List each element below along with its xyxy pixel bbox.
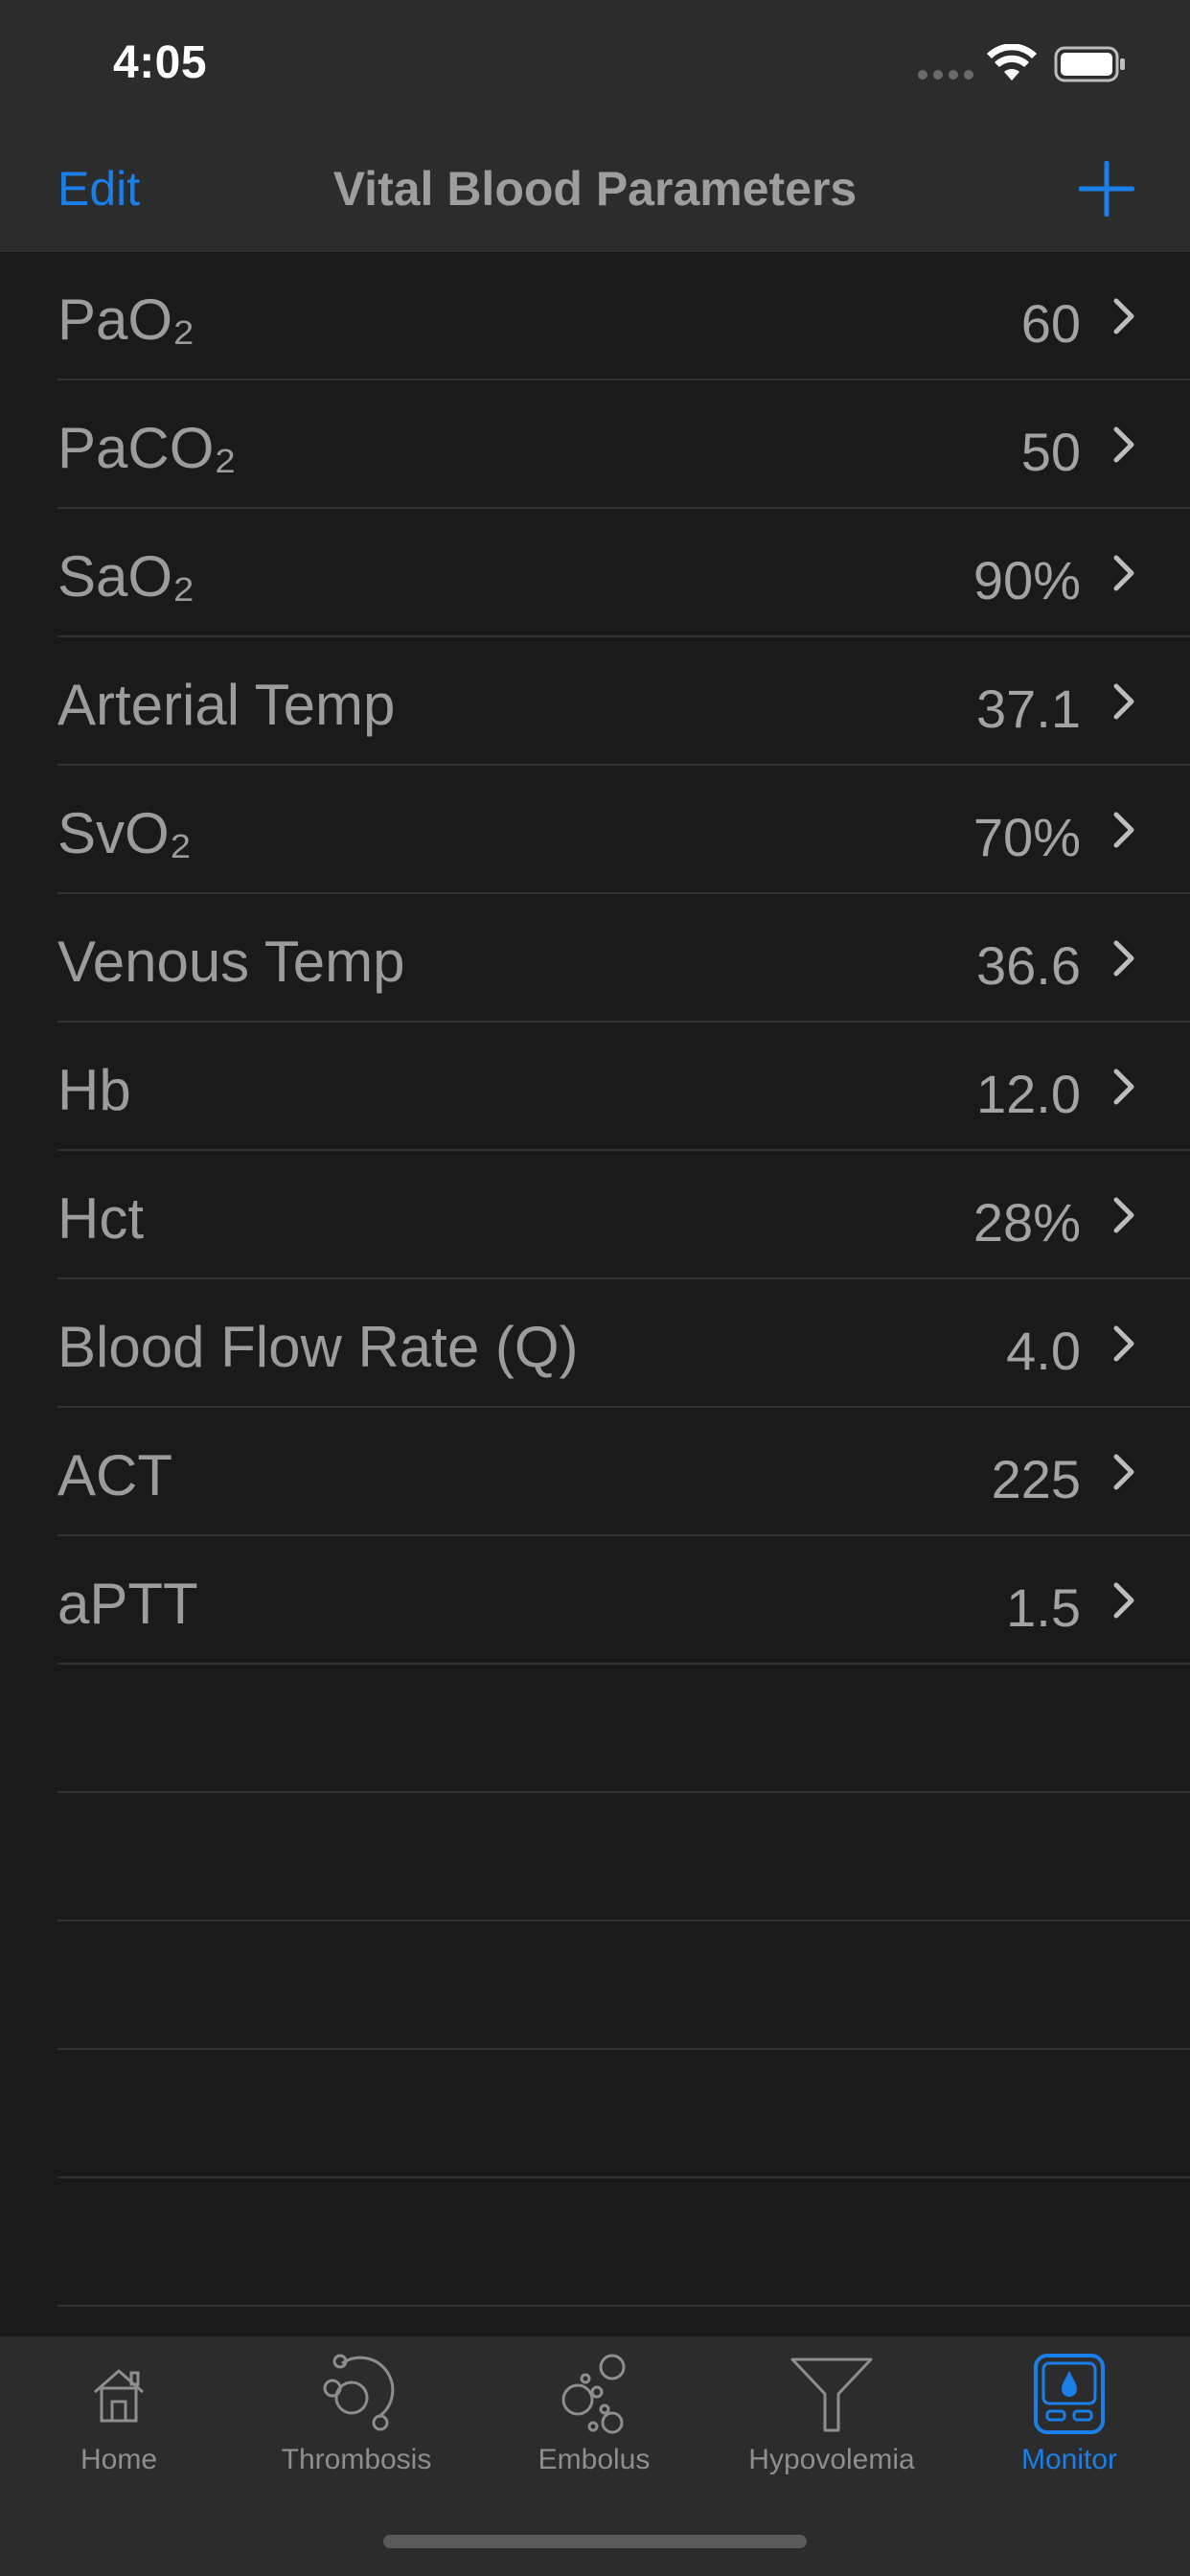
tab-label: Hypovolemia — [748, 2444, 915, 2475]
plus-icon[interactable] — [1079, 161, 1134, 217]
parameter-label: Arterial Temp — [57, 673, 396, 737]
parameter-value: 12.0 — [976, 1064, 1081, 1124]
parameter-label: Blood Flow Rate (Q) — [57, 1315, 579, 1379]
parameter-label: PaO₂ — [57, 288, 195, 352]
parameter-value: 60 — [1020, 293, 1081, 354]
bubbles-icon — [561, 2354, 626, 2434]
empty-row — [57, 2050, 1190, 2178]
chevron-right-icon — [1113, 940, 1134, 977]
monitor-device-icon — [1034, 2354, 1105, 2434]
page-title: Vital Blood Parameters — [332, 162, 858, 216]
chevron-right-icon — [1113, 1582, 1134, 1619]
parameter-value: 28% — [973, 1192, 1081, 1253]
parameter-value: 90% — [973, 550, 1081, 610]
parameter-label: Venous Temp — [57, 930, 405, 994]
parameter-label: Hct — [57, 1186, 144, 1251]
chevron-right-icon — [1113, 555, 1134, 591]
parameter-value: 50 — [1020, 422, 1081, 482]
list-item[interactable]: Venous Temp 36.6 — [57, 894, 1190, 1023]
empty-row — [57, 1665, 1190, 1793]
tab-label: Thrombosis — [281, 2444, 432, 2475]
parameter-value: 1.5 — [1006, 1577, 1081, 1638]
tab-hypovolemia[interactable]: Hypovolemia — [713, 2336, 950, 2490]
thrombosis-icon — [323, 2354, 395, 2431]
parameter-value: 37.1 — [976, 678, 1081, 739]
chevron-right-icon — [1113, 1069, 1134, 1105]
parameter-label: aPTT — [57, 1572, 198, 1636]
chevron-right-icon — [1113, 1454, 1134, 1490]
chevron-right-icon — [1113, 1325, 1134, 1362]
parameter-value: 70% — [973, 807, 1081, 867]
chevron-right-icon — [1113, 298, 1134, 334]
house-icon — [94, 2369, 144, 2423]
parameter-label: PaCO₂ — [57, 416, 237, 480]
empty-row — [57, 1921, 1190, 2050]
status-time: 4:05 — [113, 37, 208, 88]
tab-home[interactable]: Home — [0, 2336, 238, 2490]
funnel-icon — [790, 2358, 873, 2432]
tab-label: Embolus — [538, 2444, 651, 2475]
top-bar: 4:05 Edit Vital Blood Parameters — [0, 0, 1190, 252]
chevron-right-icon — [1113, 426, 1134, 463]
list-item[interactable]: Hb 12.0 — [57, 1023, 1190, 1151]
battery-icon — [1054, 46, 1125, 82]
list-item[interactable]: Arterial Temp 37.1 — [57, 637, 1190, 766]
list-item[interactable]: aPTT 1.5 — [57, 1536, 1190, 1665]
parameter-value: 225 — [991, 1449, 1081, 1509]
list-item[interactable]: PaCO₂ 50 — [57, 380, 1190, 509]
list-item[interactable]: Hct 28% — [57, 1151, 1190, 1279]
parameter-value: 36.6 — [976, 935, 1081, 996]
parameter-label: Hb — [57, 1058, 131, 1122]
parameter-value: 4.0 — [1006, 1321, 1081, 1381]
wifi-icon — [987, 44, 1037, 80]
list-item[interactable]: ACT 225 — [57, 1408, 1190, 1536]
parameter-label: SaO₂ — [57, 544, 195, 609]
tab-monitor[interactable]: Monitor — [950, 2336, 1188, 2490]
parameter-list: PaO₂ 60 PaCO₂ 50 SaO₂ 90% Arterial Temp … — [0, 252, 1190, 2307]
parameter-label: SvO₂ — [57, 801, 192, 865]
list-item[interactable]: Blood Flow Rate (Q) 4.0 — [57, 1279, 1190, 1408]
tab-label: Monitor — [1020, 2444, 1118, 2475]
empty-row — [57, 2178, 1190, 2307]
chevron-right-icon — [1113, 812, 1134, 848]
empty-row — [57, 1793, 1190, 1921]
list-item[interactable]: SaO₂ 90% — [57, 509, 1190, 637]
list-item[interactable]: SvO₂ 70% — [57, 766, 1190, 894]
chevron-right-icon — [1113, 683, 1134, 720]
cellular-signal-icon — [918, 70, 973, 80]
tab-label: Home — [80, 2444, 158, 2475]
tab-thrombosis[interactable]: Thrombosis — [238, 2336, 475, 2490]
parameter-label: ACT — [57, 1443, 172, 1507]
chevron-right-icon — [1113, 1197, 1134, 1233]
tab-embolus[interactable]: Embolus — [475, 2336, 713, 2490]
home-indicator — [383, 2535, 807, 2548]
list-item[interactable]: PaO₂ 60 — [57, 252, 1190, 380]
